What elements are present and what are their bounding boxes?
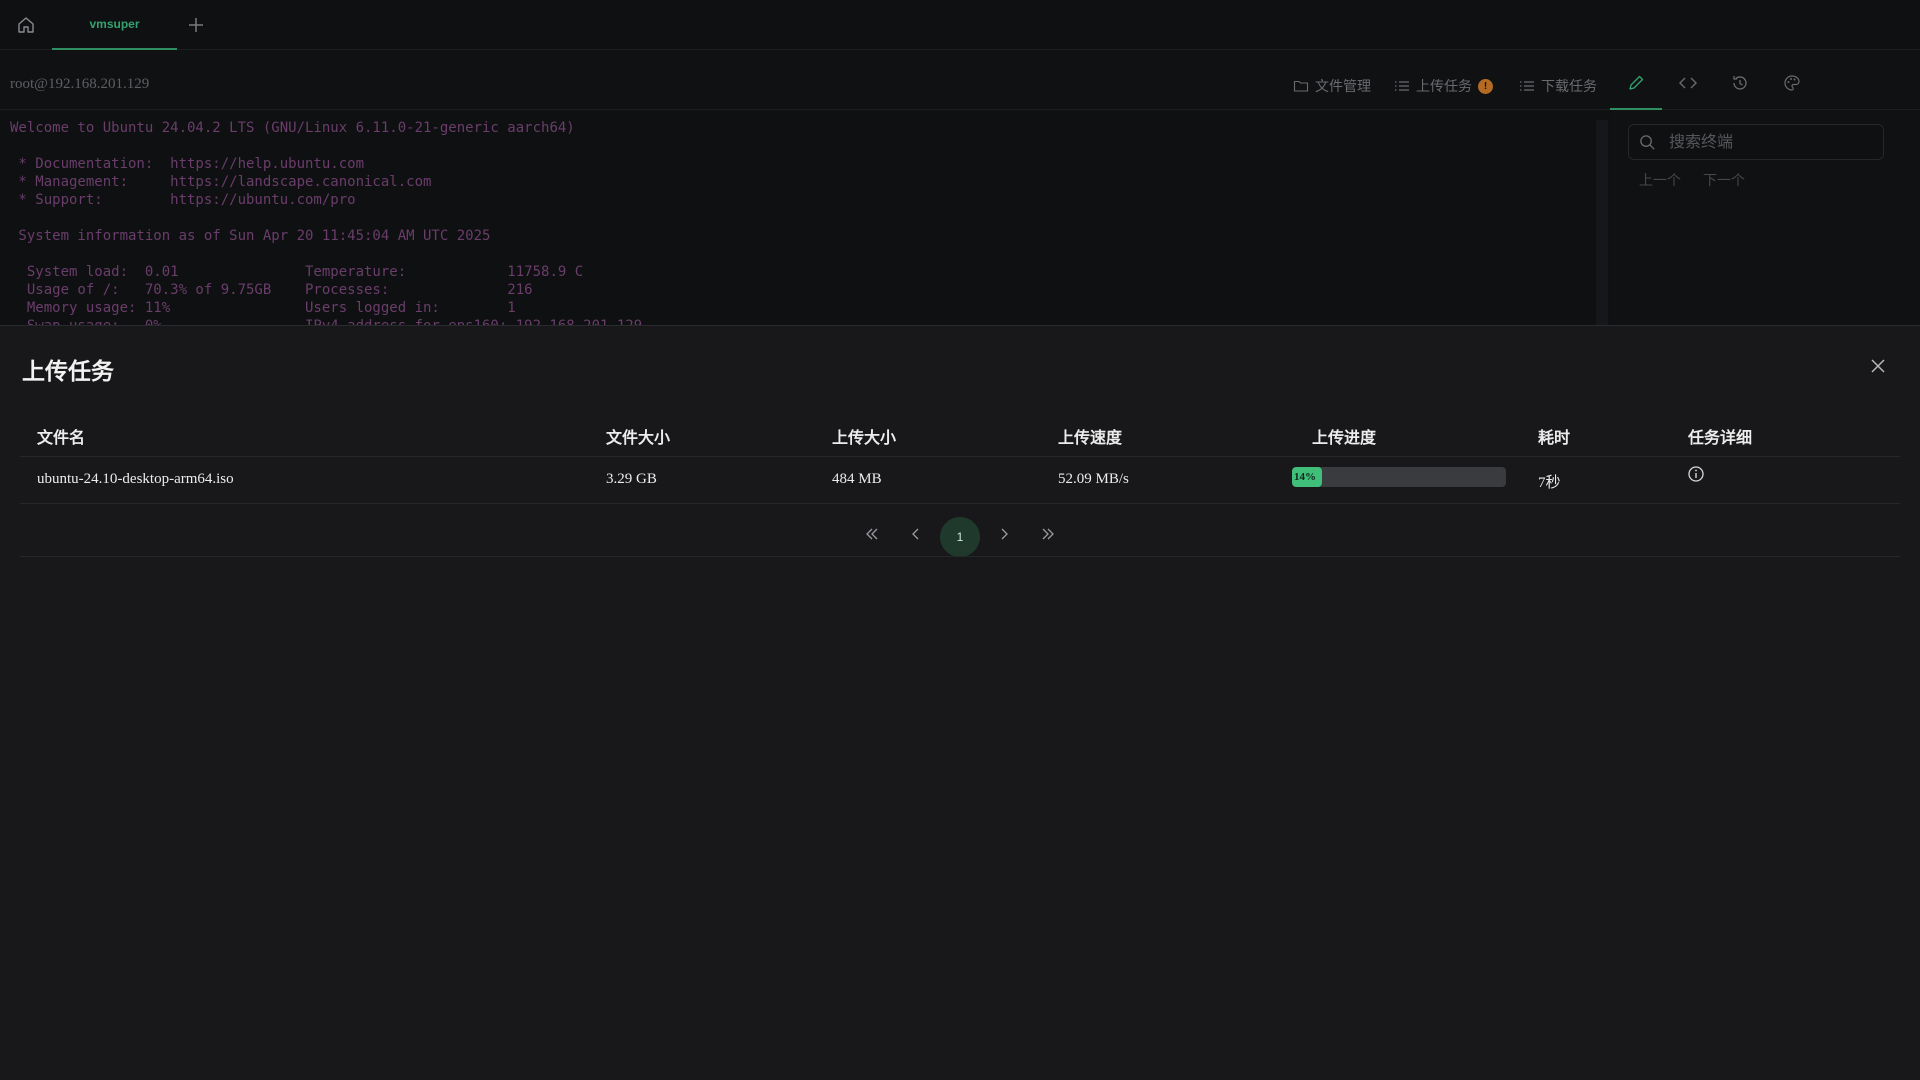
download-tasks-label: 下载任务 [1541, 80, 1597, 95]
file-manager-button[interactable]: 文件管理 [1293, 76, 1371, 96]
search-next-link[interactable]: 下一个 [1703, 170, 1745, 190]
table-row: ubuntu-24.10-desktop-arm64.iso 3.29 GB 4… [20, 457, 1900, 504]
cell-filename: ubuntu-24.10-desktop-arm64.iso [37, 471, 234, 487]
terminal-search[interactable] [1628, 124, 1884, 160]
cell-upload-speed: 52.09 MB/s [1058, 471, 1129, 487]
col-task-details: 任务详细 [1688, 430, 1753, 447]
upload-tasks-label: 上传任务 [1416, 80, 1472, 95]
list-icon [1520, 81, 1534, 91]
close-icon[interactable] [1868, 356, 1888, 376]
prev-page-icon[interactable] [904, 522, 928, 546]
upload-warning-badge: ! [1478, 78, 1493, 94]
col-upload-progress: 上传进度 [1312, 430, 1377, 447]
last-page-icon[interactable] [1036, 522, 1060, 546]
next-page-icon[interactable] [992, 522, 1016, 546]
upload-tasks-button[interactable]: 上传任务 ! [1394, 76, 1493, 96]
page-number-button[interactable]: 1 [940, 517, 980, 557]
pagination: 1 [0, 504, 1920, 562]
home-icon[interactable] [16, 15, 36, 35]
col-file-size: 文件大小 [606, 430, 671, 447]
cell-elapsed: 7秒 [1538, 475, 1561, 491]
add-tab-icon[interactable] [186, 15, 206, 35]
search-input[interactable] [1669, 131, 1869, 155]
code-icon[interactable] [1678, 73, 1700, 95]
download-tasks-button[interactable]: 下载任务 [1519, 76, 1597, 96]
terminal-scrollbar[interactable] [1596, 120, 1608, 325]
col-upload-speed: 上传速度 [1058, 430, 1123, 447]
table-header: 文件名 文件大小 上传大小 上传速度 上传进度 耗时 任务详细 [20, 411, 1900, 457]
cell-file-size: 3.29 GB [606, 471, 657, 487]
search-prev-link[interactable]: 上一个 [1639, 170, 1681, 190]
progress-fill: 14% [1292, 467, 1322, 487]
upload-progress-bar: 14% [1292, 467, 1506, 487]
file-manager-label: 文件管理 [1315, 80, 1371, 95]
tab-vmsuper[interactable]: vmsuper [52, 0, 177, 50]
col-elapsed: 耗时 [1538, 430, 1571, 447]
cell-uploaded-size: 484 MB [832, 471, 882, 487]
drawer-title: 上传任务 [22, 359, 114, 384]
tab-bar: vmsuper [0, 0, 1920, 50]
upload-tasks-drawer: 上传任务 文件名 文件大小 上传大小 上传速度 上传进度 耗时 任务详细 ubu… [0, 325, 1920, 1080]
terminal-output[interactable]: Welcome to Ubuntu 24.04.2 LTS (GNU/Linux… [0, 111, 1610, 325]
history-icon[interactable] [1730, 73, 1752, 95]
col-filename: 文件名 [37, 430, 86, 447]
col-uploaded-size: 上传大小 [832, 430, 897, 447]
info-icon[interactable] [1687, 465, 1705, 483]
host-label: root@192.168.201.129 [10, 76, 150, 92]
first-page-icon[interactable] [860, 522, 884, 546]
edit-tab-indicator [1610, 50, 1662, 110]
search-icon [1640, 135, 1655, 150]
palette-icon[interactable] [1782, 73, 1804, 95]
divider [20, 556, 1900, 557]
folder-icon [1293, 80, 1309, 92]
list-icon [1395, 81, 1409, 91]
